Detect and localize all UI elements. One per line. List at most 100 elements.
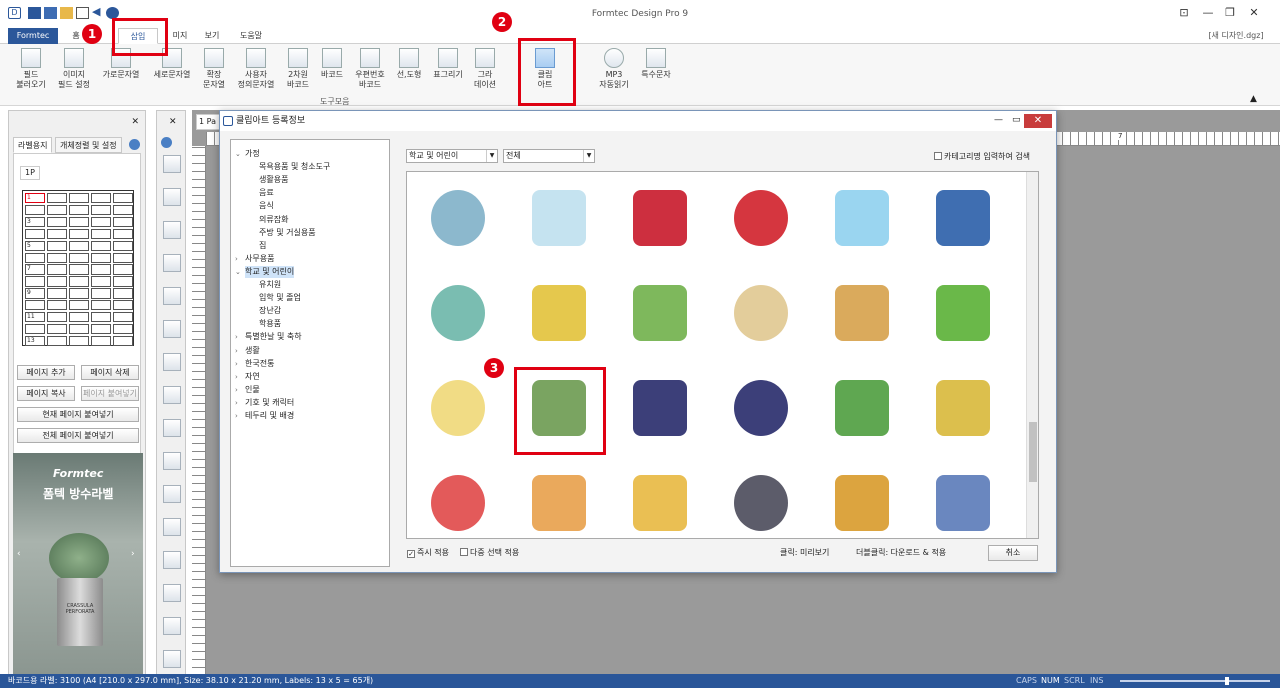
tab-object-align[interactable]: 개체정렬 및 설정	[55, 137, 122, 153]
tree-node[interactable]: 생활용품	[259, 174, 288, 186]
label-cell[interactable]	[113, 300, 133, 311]
tree-node[interactable]: 가정	[245, 148, 260, 160]
tree-node[interactable]: 학교 및 어린이	[245, 265, 295, 278]
label-cell[interactable]	[69, 300, 89, 311]
label-cell[interactable]	[69, 204, 89, 216]
label-cell[interactable]: 13	[25, 335, 45, 347]
label-cell[interactable]	[47, 264, 67, 275]
help-window-icon[interactable]: ⊡	[1174, 6, 1194, 19]
tree-node[interactable]: 음식	[259, 200, 274, 212]
restore-icon[interactable]: ❐	[1220, 6, 1240, 19]
postal-tool-icon[interactable]	[163, 419, 181, 437]
label-cell[interactable]: 5	[25, 240, 45, 251]
label-cell[interactable]: 11	[25, 312, 45, 323]
label-cell[interactable]	[113, 276, 133, 287]
clipart-item-pencil[interactable]	[619, 465, 701, 538]
custom-text-tool-icon[interactable]	[163, 320, 181, 338]
gradation-tool-icon[interactable]	[163, 518, 181, 536]
label-cell[interactable]	[91, 252, 111, 263]
paste-all-pages-button[interactable]: 전체 페이지 붙여넣기	[17, 428, 139, 443]
tree-node[interactable]: 집	[259, 240, 266, 252]
label-cell[interactable]	[47, 204, 67, 216]
label-cell[interactable]: 1	[25, 193, 45, 204]
label-cell[interactable]	[25, 252, 45, 263]
label-cell[interactable]	[91, 288, 111, 299]
prev-slide-icon[interactable]: ‹	[17, 549, 21, 559]
clipart-item-bunny[interactable]	[821, 180, 903, 262]
label-cell[interactable]	[47, 228, 67, 240]
label-cell[interactable]	[69, 216, 89, 228]
gallery-scrollbar[interactable]	[1026, 172, 1038, 538]
label-cell[interactable]	[69, 228, 89, 240]
label-cell[interactable]	[47, 240, 67, 251]
clipart-item-bookshelf[interactable]	[922, 465, 1004, 538]
image-tool-icon[interactable]	[163, 188, 181, 206]
label-cell[interactable]	[91, 216, 111, 228]
tree-node[interactable]: 자연	[245, 371, 260, 383]
label-cell[interactable]	[47, 335, 67, 347]
tree-collapsed-icon[interactable]: ›	[235, 255, 238, 263]
multi-select-checkbox[interactable]: 다중 선택 적용	[460, 548, 519, 558]
clipart-item-red-die[interactable]	[619, 180, 701, 262]
qr-tool-icon[interactable]	[163, 353, 181, 371]
label-cell[interactable]	[113, 216, 133, 228]
text-h-tool-icon[interactable]	[163, 221, 181, 239]
custom-text-button[interactable]: 사용자 정의문자열	[234, 48, 278, 90]
tree-collapsed-icon[interactable]: ›	[235, 386, 238, 394]
tree-node[interactable]: 의류잡화	[259, 214, 288, 226]
dialog-minimize-icon[interactable]: —	[994, 115, 1003, 125]
label-cell[interactable]	[47, 288, 67, 299]
barcode-tool-icon[interactable]	[163, 386, 181, 404]
toolbar-close-icon[interactable]: ✕	[169, 117, 177, 127]
dialog-maximize-icon[interactable]: ▭	[1012, 115, 1021, 125]
tree-expanded-icon[interactable]: ⌄	[235, 150, 241, 158]
tree-node[interactable]: 장난감	[259, 305, 281, 317]
clipart-item-pencil-sharpener[interactable]	[720, 465, 802, 538]
label-cell[interactable]	[113, 228, 133, 240]
clipart-tool-icon[interactable]	[163, 584, 181, 602]
tab-image[interactable]: 미지	[168, 28, 192, 44]
font-tool-icon[interactable]	[163, 551, 181, 569]
label-cell[interactable]	[47, 312, 67, 323]
label-cell[interactable]	[69, 240, 89, 251]
label-cell[interactable]	[47, 193, 67, 204]
cd-tool-icon[interactable]	[163, 650, 181, 668]
label-cell[interactable]	[91, 228, 111, 240]
text-ext-tool-icon[interactable]	[163, 287, 181, 305]
next-slide-icon[interactable]: ›	[131, 549, 135, 559]
label-cell[interactable]: 9	[25, 288, 45, 299]
label-cell[interactable]	[91, 300, 111, 311]
extended-text-button[interactable]: 확장 문자열	[200, 48, 228, 90]
table-button[interactable]: 표그리기	[430, 48, 466, 80]
clipart-item-star-pencils[interactable]	[922, 275, 1004, 357]
qr-barcode-button[interactable]: 2차원 바코드	[284, 48, 312, 90]
label-cell[interactable]	[113, 252, 133, 263]
picture-tool-icon[interactable]	[163, 617, 181, 635]
tab-help[interactable]: 도움말	[234, 28, 268, 44]
clipart-item-toy-wheel[interactable]	[417, 275, 499, 357]
label-cell[interactable]	[91, 312, 111, 323]
label-cell[interactable]	[69, 276, 89, 287]
close-window-icon[interactable]: ✕	[1244, 6, 1264, 19]
clipart-item-xylophone[interactable]	[417, 465, 499, 538]
clipart-item-paper-plane[interactable]	[417, 180, 499, 262]
tree-node[interactable]: 생활	[245, 345, 260, 357]
clipart-item-bunny-balloons[interactable]	[518, 275, 600, 357]
paste-current-page-button[interactable]: 현재 페이지 붙여넣기	[17, 407, 139, 422]
zoom-slider-thumb[interactable]	[1225, 677, 1229, 685]
dialog-close-button[interactable]: ✕	[1024, 114, 1052, 128]
shape-tool-icon[interactable]	[163, 452, 181, 470]
label-cell[interactable]	[113, 204, 133, 216]
clipart-gallery[interactable]	[406, 171, 1039, 539]
scrollbar-thumb[interactable]	[1029, 422, 1037, 482]
promo-banner[interactable]: Formtec 폼텍 방수라벨 CRASSULA PERFORATA ‹ ›	[13, 453, 143, 675]
label-cell[interactable]	[25, 276, 45, 287]
toolbar-nav-icon[interactable]	[161, 137, 172, 148]
label-cell[interactable]	[69, 252, 89, 263]
shape-button[interactable]: 선,도형	[394, 48, 424, 80]
tree-node[interactable]: 유치원	[259, 279, 281, 291]
tree-node[interactable]: 음료	[259, 187, 274, 199]
clipart-item-balloons[interactable]	[720, 275, 802, 357]
clipart-item-open-book[interactable]	[922, 370, 1004, 452]
zoom-slider[interactable]	[1120, 680, 1270, 682]
